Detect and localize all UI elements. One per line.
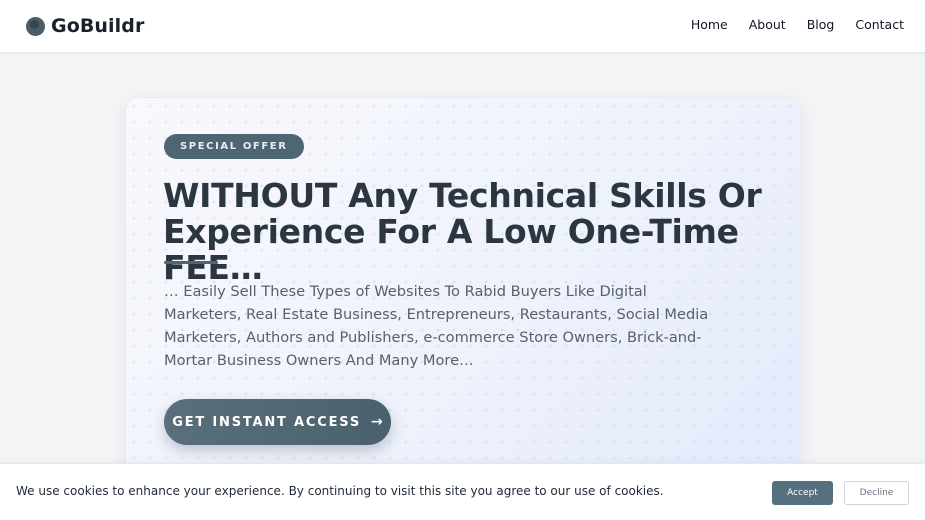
nav-blog-link[interactable]: Blog <box>807 17 835 32</box>
logo-text: GoBuildr <box>51 15 145 37</box>
nav-about-link[interactable]: About <box>749 17 786 32</box>
hero-headline: WITHOUT Any Technical Skills Or Experien… <box>163 176 762 287</box>
headline-divider <box>164 261 218 264</box>
hero-description: … Easily Sell These Types of Websites To… <box>164 283 709 369</box>
logo[interactable]: GoBuildr <box>26 13 144 39</box>
cta-label: GET INSTANT ACCESS <box>172 414 362 430</box>
cookie-message: We use cookies to enhance your experienc… <box>16 484 664 498</box>
nav-home-link[interactable]: Home <box>691 17 728 32</box>
decline-cookies-button[interactable]: Decline <box>844 481 909 505</box>
site-header: GoBuildr Home About Blog Contact <box>0 0 925 53</box>
accept-cookies-button[interactable]: Accept <box>772 481 833 505</box>
cookie-consent-bar: We use cookies to enhance your experienc… <box>0 463 925 520</box>
hero-card: SPECIAL OFFER WITHOUT Any Technical Skil… <box>125 97 801 497</box>
nav-contact-link[interactable]: Contact <box>855 17 904 32</box>
get-instant-access-button[interactable]: GET INSTANT ACCESS → <box>164 399 391 445</box>
special-offer-badge: SPECIAL OFFER <box>164 134 304 159</box>
arrow-right-icon: → <box>371 414 383 430</box>
logo-icon <box>26 16 45 36</box>
main-nav: Home About Blog Contact <box>691 17 904 32</box>
